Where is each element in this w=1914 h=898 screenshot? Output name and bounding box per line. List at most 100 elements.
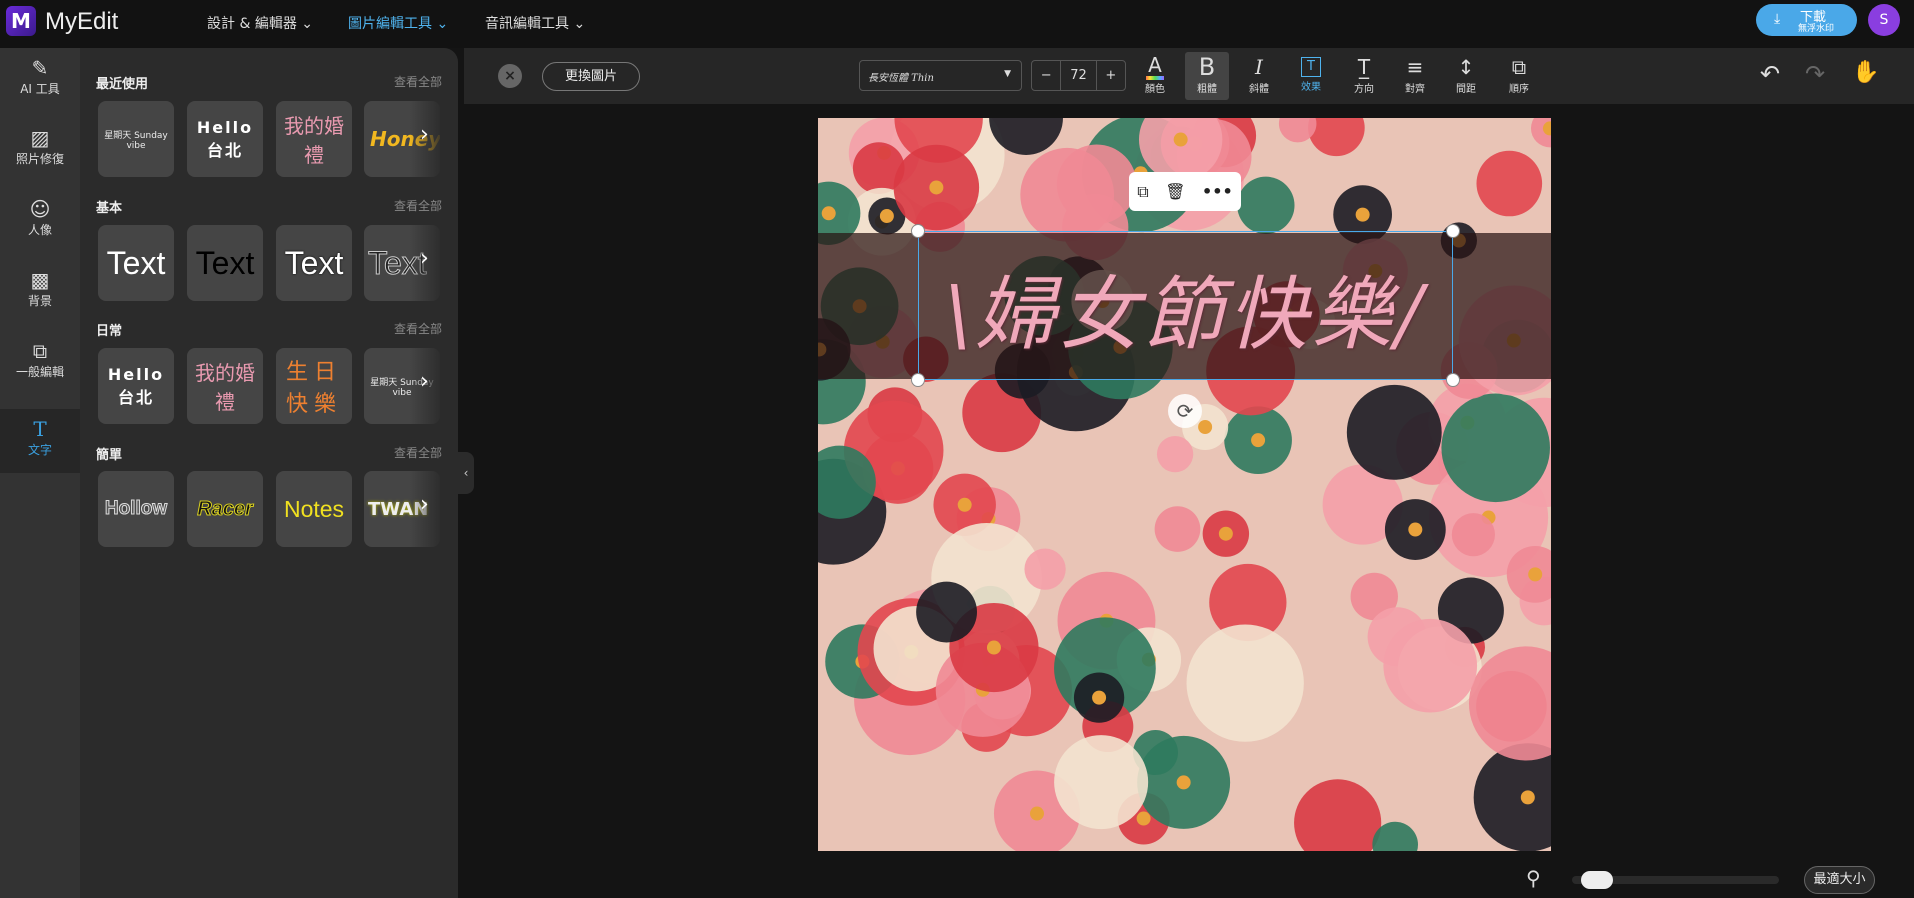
photo-repair-icon: ▨ [30, 126, 50, 150]
chevron-right-icon[interactable]: › [420, 122, 429, 147]
template-card[interactable]: Racer [187, 471, 263, 547]
decrease-size-button[interactable]: − [1032, 61, 1060, 90]
flower-center [1092, 690, 1107, 705]
rail-label: 背景 [27, 294, 52, 308]
template-card[interactable]: 生日快樂 [276, 348, 352, 424]
nav-design-editor[interactable]: 設計 & 編輯器 ⌄ [207, 13, 313, 33]
rail-label: 人像 [27, 223, 52, 237]
template-card[interactable]: 星期天 Sunday vibe [98, 101, 174, 177]
flower-shape [1346, 384, 1442, 480]
canvas-text[interactable]: \婦女節快樂/ [918, 250, 1453, 366]
see-all-link[interactable]: 查看全部 [394, 73, 442, 90]
effects-icon: T [1301, 57, 1321, 77]
row-fade [410, 99, 458, 179]
row-fade [410, 469, 458, 549]
template-card[interactable]: Text [276, 225, 352, 301]
template-card[interactable]: Text [98, 225, 174, 301]
download-button[interactable]: ⤓ 下載 無浮水印 [1756, 4, 1857, 36]
flower-center [1176, 775, 1191, 790]
rail-ai-tools[interactable]: ✎ AI 工具 [0, 48, 80, 112]
template-card[interactable]: Hello 台北 [98, 348, 174, 424]
duplicate-icon[interactable]: ⧉ [1137, 182, 1148, 202]
layer-order-icon: ⧉ [1511, 55, 1527, 79]
flower-shape [1154, 506, 1201, 552]
section-title: 日常 [96, 324, 123, 339]
flower-shape [1020, 147, 1115, 242]
myedit-logo[interactable]: M [6, 6, 36, 36]
app-name[interactable]: MyEdit [45, 8, 118, 36]
tool-label: 顏色 [1145, 84, 1165, 95]
rail-label: 文字 [27, 443, 52, 457]
tool-label: 方向 [1354, 84, 1374, 95]
template-card[interactable]: Hollow [98, 471, 174, 547]
resize-handle[interactable] [1446, 224, 1460, 238]
resize-handle[interactable] [911, 224, 925, 238]
align-button[interactable]: ≡ 對齊 [1393, 52, 1437, 100]
zoom-icon[interactable]: ⚲ [1526, 866, 1541, 890]
tool-label: 斜體 [1249, 84, 1269, 95]
flower-shape [1476, 150, 1543, 217]
magic-wand-icon: ✎ [31, 56, 49, 80]
italic-button[interactable]: I 斜體 [1237, 52, 1281, 100]
tool-rail: ✎ AI 工具 ▨ 照片修復 ☺ 人像 ▩ 背景 ⧉ 一般編輯 T 文字 [0, 48, 80, 898]
direction-icon: T̲ [1357, 55, 1371, 79]
replace-image-button[interactable]: 更換圖片 [542, 62, 640, 91]
spacing-button[interactable]: ↕ 間距 [1444, 52, 1488, 100]
redo-icon[interactable]: ↷ [1805, 60, 1825, 88]
see-all-link[interactable]: 查看全部 [394, 320, 442, 337]
increase-size-button[interactable]: + [1097, 61, 1125, 90]
see-all-link[interactable]: 查看全部 [394, 197, 442, 214]
flower-center [1198, 420, 1213, 435]
chevron-right-icon[interactable]: › [420, 369, 429, 394]
portrait-icon: ☺ [29, 197, 51, 221]
collapse-panel-button[interactable]: ‹ [458, 452, 474, 494]
general-edit-icon: ⧉ [32, 339, 48, 363]
rotate-icon[interactable]: ⟳ [1168, 394, 1202, 428]
rail-label: AI 工具 [20, 82, 60, 96]
undo-icon[interactable]: ↶ [1760, 60, 1780, 88]
order-button[interactable]: ⧉ 順序 [1497, 52, 1541, 100]
hand-tool-icon[interactable]: ✋ [1852, 60, 1879, 85]
flower-center [1355, 207, 1370, 222]
effects-button[interactable]: T 效果 [1289, 52, 1333, 100]
color-button[interactable]: A 顏色 [1133, 52, 1177, 100]
rail-portrait[interactable]: ☺ 人像 [0, 189, 80, 253]
flower-shape [916, 581, 977, 643]
direction-button[interactable]: T̲ 方向 [1342, 52, 1386, 100]
rail-background[interactable]: ▩ 背景 [0, 260, 80, 324]
font-size-input[interactable]: 72 [1060, 61, 1097, 90]
nav-audio-tools[interactable]: 音訊編輯工具 ⌄ [485, 13, 585, 33]
flower-center [879, 209, 894, 224]
rail-photo-repair[interactable]: ▨ 照片修復 [0, 118, 80, 182]
template-card[interactable]: 我的婚禮 [187, 348, 263, 424]
floral-women-illustration [818, 118, 1551, 851]
chevron-right-icon[interactable]: › [420, 492, 429, 517]
flower-shape [1451, 513, 1495, 557]
template-card[interactable]: Notes [276, 471, 352, 547]
rail-general-edit[interactable]: ⧉ 一般編輯 [0, 331, 80, 395]
avatar[interactable]: S [1868, 4, 1900, 36]
flower-center [1029, 806, 1044, 821]
flower-shape [1237, 176, 1295, 234]
more-icon[interactable]: ••• [1202, 182, 1233, 201]
close-icon[interactable]: × [498, 64, 522, 88]
rail-label: 一般編輯 [15, 365, 64, 379]
rail-text[interactable]: T 文字 [0, 409, 80, 473]
flower-center [986, 640, 1001, 655]
template-card[interactable]: 我的婚禮 [276, 101, 352, 177]
template-card[interactable]: Hello 台北 [187, 101, 263, 177]
zoom-slider-thumb[interactable] [1580, 871, 1613, 889]
bold-button[interactable]: B 粗體 [1185, 52, 1229, 100]
see-all-link[interactable]: 查看全部 [394, 444, 442, 461]
trash-icon[interactable]: 🗑 [1165, 182, 1185, 201]
text-color-icon: A [1146, 54, 1164, 80]
fit-size-button[interactable]: 最適大小 [1804, 866, 1875, 894]
nav-image-tools[interactable]: 圖片編輯工具 ⌄ [348, 13, 448, 33]
template-card[interactable]: Text [187, 225, 263, 301]
chevron-right-icon[interactable]: › [420, 246, 429, 271]
row-fade [410, 223, 458, 303]
canvas-image[interactable] [818, 118, 1551, 851]
font-select[interactable]: 長安恆體 Thin ▼ [859, 60, 1022, 91]
resize-handle[interactable] [1446, 373, 1460, 387]
resize-handle[interactable] [911, 373, 925, 387]
